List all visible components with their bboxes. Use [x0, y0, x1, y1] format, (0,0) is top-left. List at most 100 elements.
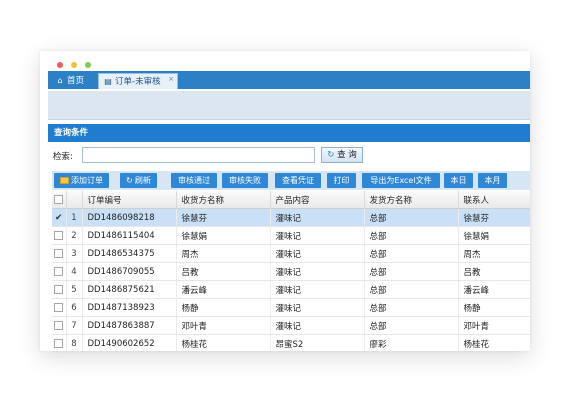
row-checkbox[interactable] — [52, 244, 67, 263]
cell-receiver: 杨桂花 — [176, 334, 271, 351]
row-checkbox[interactable]: ✔ — [52, 208, 67, 227]
cell-product: 灌味记 — [270, 208, 365, 227]
checkbox-icon — [54, 248, 64, 258]
section-title: 查询条件 — [48, 124, 530, 142]
app: ⌂ 首页 ▤订单-未审核 × 查询条件 检索: ↻ 查 询 添加订单 ↻刷新 — [48, 71, 530, 351]
cell-receiver: 吕教 — [176, 262, 271, 281]
maximize-window-dot[interactable] — [85, 62, 91, 68]
table-row[interactable]: ✔ 1 DD1486098218 徐慧芬 灌味记 总部 徐慧芬 — [52, 208, 530, 227]
window-controls — [57, 61, 99, 69]
cell-contact: 杨桂花 — [458, 334, 530, 351]
checkbox-icon — [54, 338, 64, 348]
tab-close-icon[interactable]: × — [168, 71, 174, 87]
cell-order-no: DD1486875621 — [82, 280, 177, 299]
query-button[interactable]: ↻ 查 询 — [321, 147, 363, 163]
home-icon: ⌂ — [57, 76, 63, 85]
checkbox-icon — [54, 320, 64, 330]
checkbox-icon — [54, 194, 64, 204]
search-input[interactable] — [82, 147, 315, 163]
row-number: 6 — [66, 298, 83, 317]
cell-product: 灌味记 — [270, 226, 365, 245]
cell-contact: 邓叶青 — [458, 316, 530, 335]
top-toolband — [48, 91, 530, 120]
table-row[interactable]: 3 DD1486534375 周杰 灌味记 总部 周杰 — [52, 244, 530, 263]
cell-contact: 徐慧娟 — [458, 226, 530, 245]
add-order-button[interactable]: 添加订单 — [54, 173, 109, 188]
row-number: 4 — [66, 262, 83, 281]
reject-button[interactable]: 审核失败 — [222, 173, 268, 188]
row-checkbox[interactable] — [52, 226, 67, 245]
row-number: 7 — [66, 316, 83, 335]
cell-sender: 廖彩 — [364, 334, 459, 351]
row-checkbox[interactable] — [52, 298, 67, 317]
cell-sender: 总部 — [364, 244, 459, 263]
row-number: 3 — [66, 244, 83, 263]
cell-contact: 潘云峰 — [458, 280, 530, 299]
row-checkbox[interactable] — [52, 316, 67, 335]
print-button[interactable]: 打印 — [327, 173, 356, 188]
cell-order-no: DD1486709055 — [82, 262, 177, 281]
action-toolbar: 添加订单 ↻ 刷新 审核通过 审核失败 查看凭证 打印 导出为Excel文件 本日… — [52, 171, 530, 190]
cell-receiver: 潘云峰 — [176, 280, 271, 299]
approve-button[interactable]: 审核通过 — [171, 173, 217, 188]
table-row[interactable]: 7 DD1487863887 邓叶青 灌味记 总部 邓叶青 — [52, 316, 530, 335]
checkmark-icon: ✔ — [54, 212, 63, 223]
cell-sender: 总部 — [364, 226, 459, 245]
cell-contact: 周杰 — [458, 244, 530, 263]
row-number: 5 — [66, 280, 83, 299]
table-row[interactable]: 2 DD1486115404 徐慧娟 灌味记 总部 徐慧娟 — [52, 226, 530, 245]
cell-order-no: DD1486098218 — [82, 208, 177, 227]
cell-product: 灌味记 — [270, 262, 365, 281]
document-icon: ▤ — [104, 77, 112, 86]
column-header-order-no[interactable]: 订单编号 — [82, 191, 177, 209]
row-number: 1 — [66, 208, 83, 227]
cell-order-no: DD1487863887 — [82, 316, 177, 335]
cell-sender: 总部 — [364, 316, 459, 335]
cell-product: 灌味记 — [270, 244, 365, 263]
cell-sender: 总部 — [364, 280, 459, 299]
select-all-checkbox[interactable] — [52, 191, 67, 209]
checkbox-icon — [54, 284, 64, 294]
row-checkbox[interactable] — [52, 280, 67, 299]
cell-order-no: DD1486115404 — [82, 226, 177, 245]
table-row[interactable]: 6 DD1487138923 杨静 灌味记 总部 杨静 — [52, 298, 530, 317]
cell-order-no: DD1487138923 — [82, 298, 177, 317]
export-excel-button[interactable]: 导出为Excel文件 — [362, 173, 440, 188]
tab-home[interactable]: ⌂ 首页 — [51, 73, 93, 89]
refresh-icon: ↻ — [327, 150, 335, 160]
cell-contact: 吕教 — [458, 262, 530, 281]
cell-contact: 杨静 — [458, 298, 530, 317]
column-header-product[interactable]: 产品内容 — [270, 191, 365, 209]
tab-orders-unreviewed[interactable]: ▤ 订单-未审核 × — [98, 73, 178, 89]
search-label: 检索: — [53, 152, 73, 162]
search-row: 检索: ↻ 查 询 — [48, 147, 530, 167]
row-number: 8 — [66, 334, 83, 351]
cell-product: 昂蜜S2 — [270, 334, 365, 351]
table-row[interactable]: 5 DD1486875621 潘云峰 灌味记 总部 潘云峰 — [52, 280, 530, 299]
column-header-sender[interactable]: 发货方名称 — [364, 191, 459, 209]
table-row[interactable]: 8 DD1490602652 杨桂花 昂蜜S2 廖彩 杨桂花 — [52, 334, 530, 351]
cell-contact: 徐慧芬 — [458, 208, 530, 227]
column-header-receiver[interactable]: 收货方名称 — [176, 191, 271, 209]
this-month-button[interactable]: 本月 — [478, 173, 507, 188]
today-button[interactable]: 本日 — [444, 173, 473, 188]
view-voucher-button[interactable]: 查看凭证 — [275, 173, 321, 188]
row-number: 2 — [66, 226, 83, 245]
cell-receiver: 邓叶青 — [176, 316, 271, 335]
add-order-label: 添加订单 — [71, 176, 103, 185]
cell-receiver: 徐慧芬 — [176, 208, 271, 227]
row-checkbox[interactable] — [52, 334, 67, 351]
table-row[interactable]: 4 DD1486709055 吕教 灌味记 总部 吕教 — [52, 262, 530, 281]
checkbox-icon — [54, 302, 64, 312]
cell-product: 灌味记 — [270, 298, 365, 317]
cell-order-no: DD1486534375 — [82, 244, 177, 263]
tab-bar: ⌂ 首页 ▤ 订单-未审核 × — [48, 71, 530, 89]
column-header-contact[interactable]: 联系人 — [458, 191, 530, 209]
minimize-window-dot[interactable] — [71, 62, 77, 68]
refresh-button[interactable]: ↻ 刷新 — [120, 173, 157, 188]
table-header-row: 订单编号 收货方名称 产品内容 发货方名称 联系人 — [52, 191, 530, 209]
cell-product: 灌味记 — [270, 280, 365, 299]
row-checkbox[interactable] — [52, 262, 67, 281]
tab-home-label: 首页 — [67, 76, 85, 86]
close-window-dot[interactable] — [57, 62, 63, 68]
